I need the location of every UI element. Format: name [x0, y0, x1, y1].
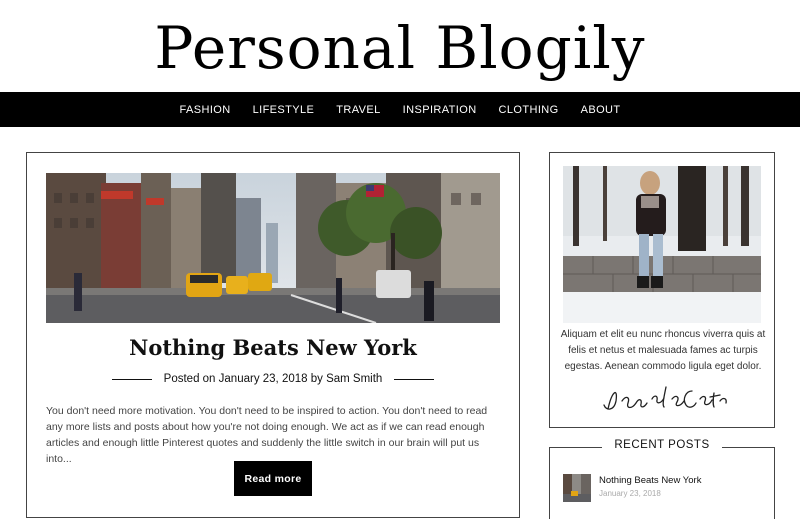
recent-posts-heading: RECENT POSTS [602, 439, 722, 451]
recent-post-title[interactable]: Nothing Beats New York [599, 475, 701, 486]
about-widget: Aliquam et elit eu nunc rhoncus viverra … [549, 152, 775, 428]
recent-posts-widget: RECENT POSTS Nothing Beats New York Janu… [549, 439, 775, 519]
nav-item-travel[interactable]: TRAVEL [336, 104, 380, 116]
post-meta-by: by [310, 373, 323, 385]
nav-item-lifestyle[interactable]: LIFESTYLE [253, 104, 315, 116]
nav-item-fashion[interactable]: FASHION [180, 104, 231, 116]
read-more-button[interactable]: Read more [234, 461, 312, 496]
post-hero-image[interactable] [46, 173, 500, 323]
meta-rule-right [394, 378, 435, 380]
main-nav: FASHION LIFESTYLE TRAVEL INSPIRATION CLO… [0, 92, 800, 127]
post-date[interactable]: January 23, 2018 [219, 373, 308, 385]
post-excerpt: You don't need more motivation. You don'… [46, 405, 488, 465]
nav-item-inspiration[interactable]: INSPIRATION [403, 104, 477, 116]
nav-item-about[interactable]: ABOUT [581, 104, 621, 116]
site-title[interactable]: Personal Blogily [0, 8, 800, 88]
post-author[interactable]: Sam Smith [326, 373, 382, 385]
recent-post-date: January 23, 2018 [599, 489, 661, 498]
author-photo [563, 166, 761, 323]
post-title[interactable]: Nothing Beats New York [27, 335, 519, 360]
post-meta: Posted on January 23, 2018 by Sam Smith [27, 373, 519, 385]
recent-post-thumbnail[interactable] [563, 474, 591, 502]
post-meta-prefix: Posted on [163, 373, 216, 385]
nav-item-clothing[interactable]: CLOTHING [499, 104, 559, 116]
recent-post-item[interactable]: Nothing Beats New York January 23, 2018 [563, 474, 763, 504]
about-text: Aliquam et elit eu nunc rhoncus viverra … [560, 329, 766, 372]
recent-posts-heading-wrap: RECENT POSTS [550, 439, 774, 451]
signature-image [600, 381, 730, 415]
post-card: Nothing Beats New York Posted on January… [26, 152, 520, 518]
meta-rule-left [111, 378, 152, 380]
recent-post-info: Nothing Beats New York January 23, 2018 [599, 474, 701, 504]
